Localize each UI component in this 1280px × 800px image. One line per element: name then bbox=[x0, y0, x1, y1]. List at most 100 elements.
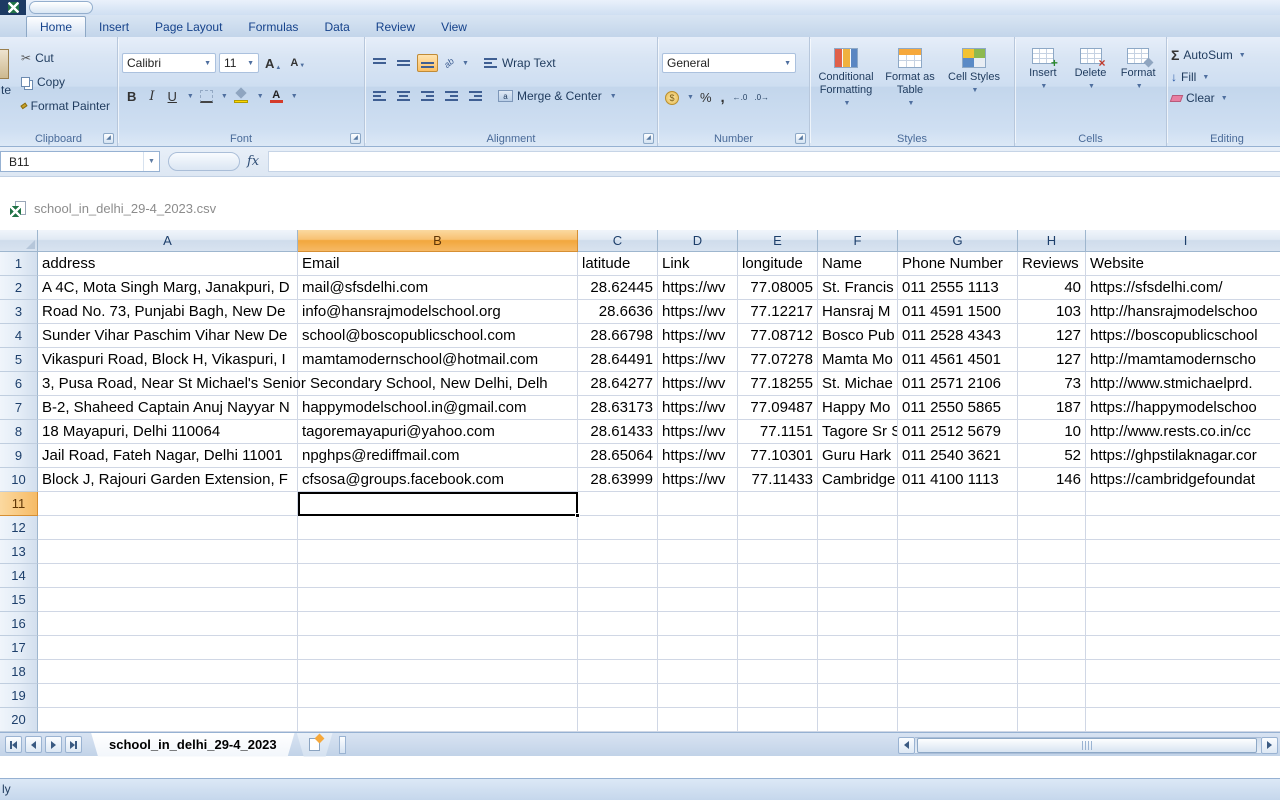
cell-D9[interactable]: https://wv bbox=[658, 444, 738, 468]
tab-page-layout[interactable]: Page Layout bbox=[142, 18, 235, 37]
cell-E11[interactable] bbox=[738, 492, 818, 516]
wrap-text-button[interactable]: Wrap Text bbox=[480, 53, 559, 73]
cell-D7[interactable]: https://wv bbox=[658, 396, 738, 420]
cell-A9[interactable]: Jail Road, Fateh Nagar, Delhi 11001 bbox=[38, 444, 298, 468]
scrollbar-thumb[interactable] bbox=[917, 738, 1257, 753]
cell-G2[interactable]: 011 2555 1113 bbox=[898, 276, 1018, 300]
font-dialog-launcher[interactable]: ◢ bbox=[350, 133, 361, 144]
cell-E12[interactable] bbox=[738, 516, 818, 540]
tab-split-handle[interactable] bbox=[339, 736, 346, 754]
fill-color-button[interactable] bbox=[231, 86, 252, 106]
fill-handle[interactable] bbox=[575, 513, 580, 518]
cell-D14[interactable] bbox=[658, 564, 738, 588]
cell-B12[interactable] bbox=[298, 516, 578, 540]
cell-A16[interactable] bbox=[38, 612, 298, 636]
cell-C7[interactable]: 28.63173 bbox=[578, 396, 658, 420]
col-header-G[interactable]: G bbox=[898, 230, 1018, 252]
cell-F13[interactable] bbox=[818, 540, 898, 564]
cell-D17[interactable] bbox=[658, 636, 738, 660]
cell-F14[interactable] bbox=[818, 564, 898, 588]
cell-B19[interactable] bbox=[298, 684, 578, 708]
underline-button[interactable]: U bbox=[163, 87, 182, 106]
align-left-button[interactable] bbox=[369, 87, 390, 105]
cell-C19[interactable] bbox=[578, 684, 658, 708]
row-header-6[interactable]: 6 bbox=[0, 372, 38, 396]
cell-B18[interactable] bbox=[298, 660, 578, 684]
cell-G15[interactable] bbox=[898, 588, 1018, 612]
cell-B11[interactable] bbox=[298, 492, 578, 516]
cell-F6[interactable]: St. Michae bbox=[818, 372, 898, 396]
increase-font-button[interactable]: A▲ bbox=[262, 55, 284, 72]
cell-G16[interactable] bbox=[898, 612, 1018, 636]
cell-G9[interactable]: 011 2540 3621 bbox=[898, 444, 1018, 468]
cell-A11[interactable] bbox=[38, 492, 298, 516]
next-sheet-button[interactable] bbox=[45, 736, 62, 753]
cell-H8[interactable]: 10 bbox=[1018, 420, 1086, 444]
font-color-button[interactable]: A bbox=[267, 86, 286, 106]
tab-insert[interactable]: Insert bbox=[86, 18, 142, 37]
cell-E10[interactable]: 77.11433 bbox=[738, 468, 818, 492]
cell-A3[interactable]: Road No. 73, Punjabi Bagh, New De bbox=[38, 300, 298, 324]
cell-H16[interactable] bbox=[1018, 612, 1086, 636]
cell-A18[interactable] bbox=[38, 660, 298, 684]
previous-sheet-button[interactable] bbox=[25, 736, 42, 753]
cell-C11[interactable] bbox=[578, 492, 658, 516]
cell-A12[interactable] bbox=[38, 516, 298, 540]
cell-A15[interactable] bbox=[38, 588, 298, 612]
col-header-I[interactable]: I bbox=[1086, 230, 1280, 252]
cell-I11[interactable] bbox=[1086, 492, 1280, 516]
cell-I16[interactable] bbox=[1086, 612, 1280, 636]
align-center-button[interactable] bbox=[393, 87, 414, 105]
cell-D8[interactable]: https://wv bbox=[658, 420, 738, 444]
cell-G18[interactable] bbox=[898, 660, 1018, 684]
cell-I20[interactable] bbox=[1086, 708, 1280, 732]
cell-C16[interactable] bbox=[578, 612, 658, 636]
row-header-3[interactable]: 3 bbox=[0, 300, 38, 324]
cell-E15[interactable] bbox=[738, 588, 818, 612]
row-header-18[interactable]: 18 bbox=[0, 660, 38, 684]
quick-access-toolbar[interactable] bbox=[29, 1, 93, 14]
row-header-20[interactable]: 20 bbox=[0, 708, 38, 732]
cell-G13[interactable] bbox=[898, 540, 1018, 564]
cell-D1[interactable]: Link bbox=[658, 252, 738, 276]
cell-styles-button[interactable]: Cell Styles ▼ bbox=[942, 45, 1006, 113]
cell-I6[interactable]: http://www.stmichaelprd. bbox=[1086, 372, 1280, 396]
cell-H1[interactable]: Reviews bbox=[1018, 252, 1086, 276]
row-header-16[interactable]: 16 bbox=[0, 612, 38, 636]
row-header-9[interactable]: 9 bbox=[0, 444, 38, 468]
cell-B10[interactable]: cfsosa@groups.facebook.com bbox=[298, 468, 578, 492]
cell-F1[interactable]: Name bbox=[818, 252, 898, 276]
increase-decimal-button[interactable]: ←.0 bbox=[731, 91, 750, 104]
cell-I1[interactable]: Website bbox=[1086, 252, 1280, 276]
paste-icon[interactable] bbox=[0, 49, 9, 79]
first-sheet-button[interactable] bbox=[5, 736, 22, 753]
cell-I15[interactable] bbox=[1086, 588, 1280, 612]
cell-G6[interactable]: 011 2571 2106 bbox=[898, 372, 1018, 396]
cell-G17[interactable] bbox=[898, 636, 1018, 660]
cell-E8[interactable]: 77.1151 bbox=[738, 420, 818, 444]
cell-F8[interactable]: Tagore Sr S bbox=[818, 420, 898, 444]
cell-F9[interactable]: Guru Hark bbox=[818, 444, 898, 468]
cell-G14[interactable] bbox=[898, 564, 1018, 588]
cell-B20[interactable] bbox=[298, 708, 578, 732]
cell-E20[interactable] bbox=[738, 708, 818, 732]
cell-A17[interactable] bbox=[38, 636, 298, 660]
cell-B1[interactable]: Email bbox=[298, 252, 578, 276]
cell-D11[interactable] bbox=[658, 492, 738, 516]
select-all-corner[interactable] bbox=[0, 230, 38, 252]
cell-A14[interactable] bbox=[38, 564, 298, 588]
cell-A19[interactable] bbox=[38, 684, 298, 708]
cell-I17[interactable] bbox=[1086, 636, 1280, 660]
cell-A10[interactable]: Block J, Rajouri Garden Extension, F bbox=[38, 468, 298, 492]
cell-E16[interactable] bbox=[738, 612, 818, 636]
cell-E14[interactable] bbox=[738, 564, 818, 588]
cell-C4[interactable]: 28.66798 bbox=[578, 324, 658, 348]
cell-E18[interactable] bbox=[738, 660, 818, 684]
row-header-8[interactable]: 8 bbox=[0, 420, 38, 444]
decrease-decimal-button[interactable]: .0→ bbox=[752, 91, 771, 104]
tab-formulas[interactable]: Formulas bbox=[235, 18, 311, 37]
cell-H14[interactable] bbox=[1018, 564, 1086, 588]
row-header-1[interactable]: 1 bbox=[0, 252, 38, 276]
cell-I18[interactable] bbox=[1086, 660, 1280, 684]
cell-H18[interactable] bbox=[1018, 660, 1086, 684]
